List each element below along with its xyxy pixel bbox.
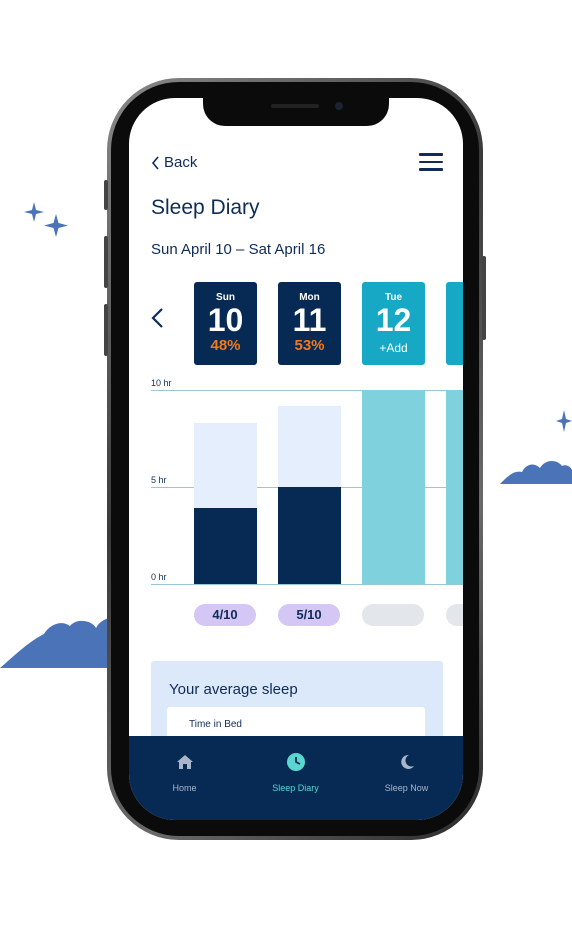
day-number: 10 (207, 302, 244, 338)
day-number: 11 (292, 302, 327, 338)
cloud-right-icon (500, 461, 572, 484)
power-button (482, 256, 486, 340)
rating-pill-mon: 5/10 (278, 604, 340, 626)
tab-sleep-diary[interactable]: Sleep Diary (240, 736, 351, 820)
hamburger-menu-icon[interactable] (419, 153, 443, 171)
sleep-efficiency: 53% (294, 337, 325, 354)
add-entry-label: +Add (379, 341, 408, 355)
page-title: Sleep Diary (151, 196, 260, 219)
home-icon (176, 755, 193, 769)
tab-sleep-now-label: Sleep Now (384, 783, 429, 793)
rating-pill-tue (362, 604, 424, 626)
phone-notch (203, 98, 389, 126)
time-in-bed-label: Time in Bed (189, 719, 242, 730)
bar-placeholder (362, 390, 425, 584)
gridline-0 (151, 584, 463, 585)
average-sleep-title: Your average sleep (169, 681, 298, 698)
day-card-mon[interactable]: Mon 11 53% (278, 282, 341, 365)
volume-down-button (104, 304, 108, 356)
back-button[interactable]: Back (151, 154, 197, 171)
day-card-sun[interactable]: Sun 10 48% (194, 282, 257, 365)
rating-pill-next (446, 604, 463, 626)
chevron-left-icon (151, 308, 163, 328)
chevron-left-icon (151, 155, 159, 170)
clock-icon (286, 753, 305, 771)
bar-time-asleep (278, 487, 341, 584)
day-card-next[interactable] (446, 282, 463, 365)
sparkle-right-icon (556, 410, 572, 432)
bar-time-asleep (194, 508, 257, 584)
tab-sleep-now[interactable]: Sleep Now (351, 736, 462, 820)
day-card-tue[interactable]: Tue 12 +Add (362, 282, 425, 365)
app-screen: Back Sleep Diary Sun April 10 – Sat Apri… (129, 98, 463, 820)
y-axis-label-0: 0 hr (151, 572, 167, 582)
sparkle-left-icon (24, 202, 68, 237)
tab-sleep-diary-label: Sleep Diary (272, 783, 319, 793)
silent-switch (104, 180, 108, 210)
back-label: Back (164, 154, 198, 171)
previous-week-button[interactable] (149, 306, 165, 335)
bar-placeholder (446, 390, 463, 584)
moon-icon (400, 754, 414, 769)
front-camera (335, 102, 343, 110)
rating-pill-sun: 4/10 (194, 604, 256, 626)
y-axis-label-10: 10 hr (151, 378, 172, 388)
y-axis-label-5: 5 hr (151, 475, 167, 485)
sleep-efficiency: 48% (210, 337, 241, 354)
speaker (271, 104, 319, 108)
bottom-tab-bar: Home Sleep Diary Sleep Now (129, 736, 463, 820)
week-range: Sun April 10 – Sat April 16 (151, 241, 326, 258)
day-number: 12 (375, 302, 412, 338)
volume-up-button (104, 236, 108, 288)
tab-home[interactable]: Home (129, 736, 240, 820)
tab-home-label: Home (172, 783, 197, 793)
